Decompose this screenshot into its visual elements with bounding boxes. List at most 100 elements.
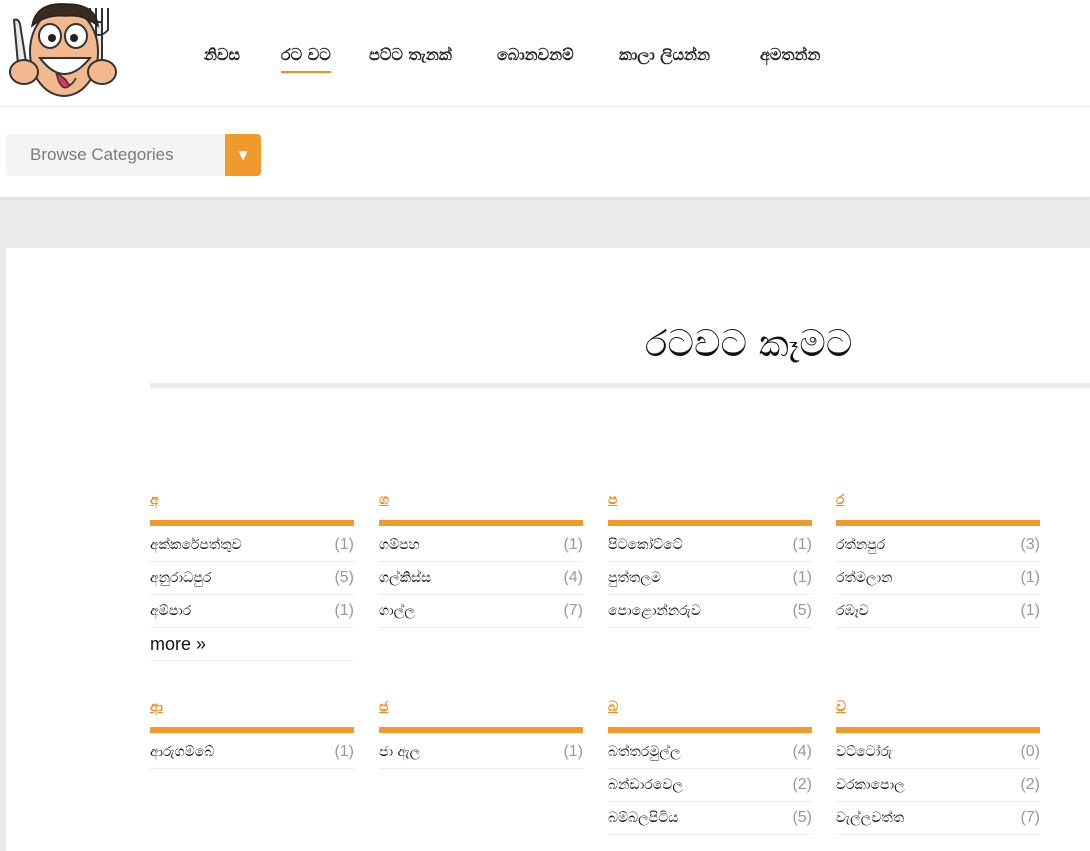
- more-link[interactable]: more »: [150, 628, 206, 660]
- category-rule: [608, 727, 812, 733]
- category-column-b: බ බත්තරමුල්ල (4) බන්ඩාරවෙල (2) බම්බලපිටිය (…: [608, 697, 812, 835]
- category-heading[interactable]: ව: [836, 697, 1040, 717]
- title-divider: [150, 383, 1090, 388]
- list-item[interactable]: රඹෑව (1): [836, 595, 1040, 628]
- page-title: රටවට කෑමට: [645, 322, 853, 365]
- list-item[interactable]: පොළොන්නරුව (5): [608, 595, 812, 628]
- list-item-count: (4): [563, 569, 583, 586]
- list-item-name[interactable]: බත්තරමුල්ල: [608, 736, 681, 768]
- list-item[interactable]: පුත්තලම (1): [608, 562, 812, 595]
- list-item-count: (2): [792, 776, 812, 793]
- nav-around-country[interactable]: රට වට: [281, 44, 331, 73]
- list-item[interactable]: බම්බලපිටිය (5): [608, 802, 812, 835]
- list-item-count: (7): [1020, 809, 1040, 826]
- nav-drinks[interactable]: බොනවනම්: [497, 44, 574, 66]
- list-item-name[interactable]: රත්නපුර: [836, 529, 885, 561]
- list-item[interactable]: අනුරාධපුර (5): [150, 562, 354, 595]
- more-link-row: more »: [150, 628, 354, 661]
- category-bar: Browse Categories ▼: [0, 107, 1090, 197]
- list-item[interactable]: බත්තරමුල්ල (4): [608, 736, 812, 769]
- list-item-count: (1): [1020, 602, 1040, 619]
- list-item-name[interactable]: රඹෑව: [836, 595, 869, 627]
- category-heading[interactable]: ග: [379, 490, 583, 510]
- list-item[interactable]: බන්ඩාරවෙල (2): [608, 769, 812, 802]
- category-column-v: ව වට්ටෝරු (0) වරකාපොල (2) වැල්ලවත්ත (7): [836, 697, 1040, 835]
- list-item[interactable]: රත්නපුර (3): [836, 529, 1040, 562]
- list-item[interactable]: වට්ටෝරු (0): [836, 736, 1040, 769]
- category-column-aa: ආ ආරුගම්බේ (1): [150, 697, 354, 769]
- list-item-count: (5): [334, 569, 354, 586]
- category-rule: [608, 520, 812, 526]
- list-item-name[interactable]: ජා ඇල: [379, 736, 420, 768]
- list-item[interactable]: අක්කරේපත්තුව (1): [150, 529, 354, 562]
- list-item-count: (3): [1020, 536, 1040, 553]
- category-rule: [150, 520, 354, 526]
- category-column-a: අ අක්කරේපත්තුව (1) අනුරාධපුර (5) අම්පාර (1)…: [150, 490, 354, 661]
- category-rule: [836, 520, 1040, 526]
- list-item-count: (5): [792, 809, 812, 826]
- list-item[interactable]: ගම්පහ (1): [379, 529, 583, 562]
- list-item-name[interactable]: වට්ටෝරු: [836, 736, 892, 768]
- list-item[interactable]: වැල්ලවත්ත (7): [836, 802, 1040, 835]
- category-column-g: ග ගම්පහ (1) ගල්කිස්ස (4) ගාල්ල (7): [379, 490, 583, 628]
- list-item-name[interactable]: අනුරාධපුර: [150, 562, 211, 594]
- list-item-name[interactable]: වරකාපොල: [836, 769, 905, 801]
- list-item-count: (1): [334, 536, 354, 553]
- list-item-name[interactable]: ගාල්ල: [379, 595, 415, 627]
- category-column-j: ජ ජා ඇල (1): [379, 697, 583, 769]
- list-item[interactable]: අම්පාර (1): [150, 595, 354, 628]
- list-item-name[interactable]: රත්මලාන: [836, 562, 893, 594]
- browse-categories-select[interactable]: Browse Categories ▼: [6, 134, 261, 176]
- list-item[interactable]: ගල්කිස්ස (4): [379, 562, 583, 595]
- list-item-count: (1): [334, 602, 354, 619]
- site-header: නිවස රට වට පට්ට තැනක් බොනවනම් කාලා ලියන්…: [0, 0, 1090, 107]
- list-item[interactable]: ගාල්ල (7): [379, 595, 583, 628]
- list-item-count: (5): [792, 602, 812, 619]
- list-item-name[interactable]: පුත්තලම: [608, 562, 661, 594]
- list-item-count: (7): [563, 602, 583, 619]
- category-column-p: ප පිටකෝට්ටේ (1) පුත්තලම (1) පොළොන්නරුව (5): [608, 490, 812, 628]
- list-item[interactable]: පිටකෝට්ටේ (1): [608, 529, 812, 562]
- list-item[interactable]: ආරුගම්බේ (1): [150, 736, 354, 769]
- list-item-name[interactable]: බන්ඩාරවෙල: [608, 769, 683, 801]
- category-heading[interactable]: අ: [150, 490, 354, 510]
- list-item-count: (0): [1020, 743, 1040, 760]
- list-item-count: (1): [792, 569, 812, 586]
- category-heading[interactable]: ආ: [150, 697, 354, 717]
- category-heading[interactable]: ර: [836, 490, 1040, 510]
- site-logo[interactable]: [4, 0, 120, 108]
- category-heading[interactable]: ප: [608, 490, 812, 510]
- list-item-name[interactable]: ගල්කිස්ස: [379, 562, 431, 594]
- nav-contact[interactable]: අමතන්න: [760, 44, 820, 66]
- list-item[interactable]: වරකාපොල (2): [836, 769, 1040, 802]
- category-rule: [836, 727, 1040, 733]
- list-item[interactable]: ජා ඇල (1): [379, 736, 583, 769]
- category-heading[interactable]: ජ: [379, 697, 583, 717]
- list-item-name[interactable]: අම්පාර: [150, 595, 191, 627]
- nav-great-places[interactable]: පට්ට තැනක්: [369, 44, 452, 66]
- chevron-down-icon[interactable]: ▼: [225, 134, 261, 176]
- category-rule: [379, 520, 583, 526]
- category-heading[interactable]: බ: [608, 697, 812, 717]
- browse-categories-label: Browse Categories: [30, 145, 174, 164]
- list-item-name[interactable]: බම්බලපිටිය: [608, 802, 678, 834]
- category-rule: [150, 727, 354, 733]
- list-item-count: (1): [563, 743, 583, 760]
- list-item-count: (1): [563, 536, 583, 553]
- list-item[interactable]: රත්මලාන (1): [836, 562, 1040, 595]
- list-item-count: (4): [792, 743, 812, 760]
- list-item-count: (1): [792, 536, 812, 553]
- list-item-name[interactable]: පොළොන්නරුව: [608, 595, 701, 627]
- list-item-name[interactable]: පිටකෝට්ටේ: [608, 529, 683, 561]
- nav-write-review[interactable]: කාලා ලියන්න: [619, 44, 710, 66]
- list-item-name[interactable]: ගම්පහ: [379, 529, 420, 561]
- list-item-count: (1): [334, 743, 354, 760]
- category-rule: [379, 727, 583, 733]
- list-item-count: (2): [1020, 776, 1040, 793]
- nav-home[interactable]: නිවස: [204, 44, 240, 66]
- list-item-name[interactable]: ආරුගම්බේ: [150, 736, 214, 768]
- list-item-name[interactable]: අක්කරේපත්තුව: [150, 529, 242, 561]
- category-column-r: ර රත්නපුර (3) රත්මලාන (1) රඹෑව (1): [836, 490, 1040, 628]
- list-item-name[interactable]: වැල්ලවත්ත: [836, 802, 904, 834]
- list-item-count: (1): [1020, 569, 1040, 586]
